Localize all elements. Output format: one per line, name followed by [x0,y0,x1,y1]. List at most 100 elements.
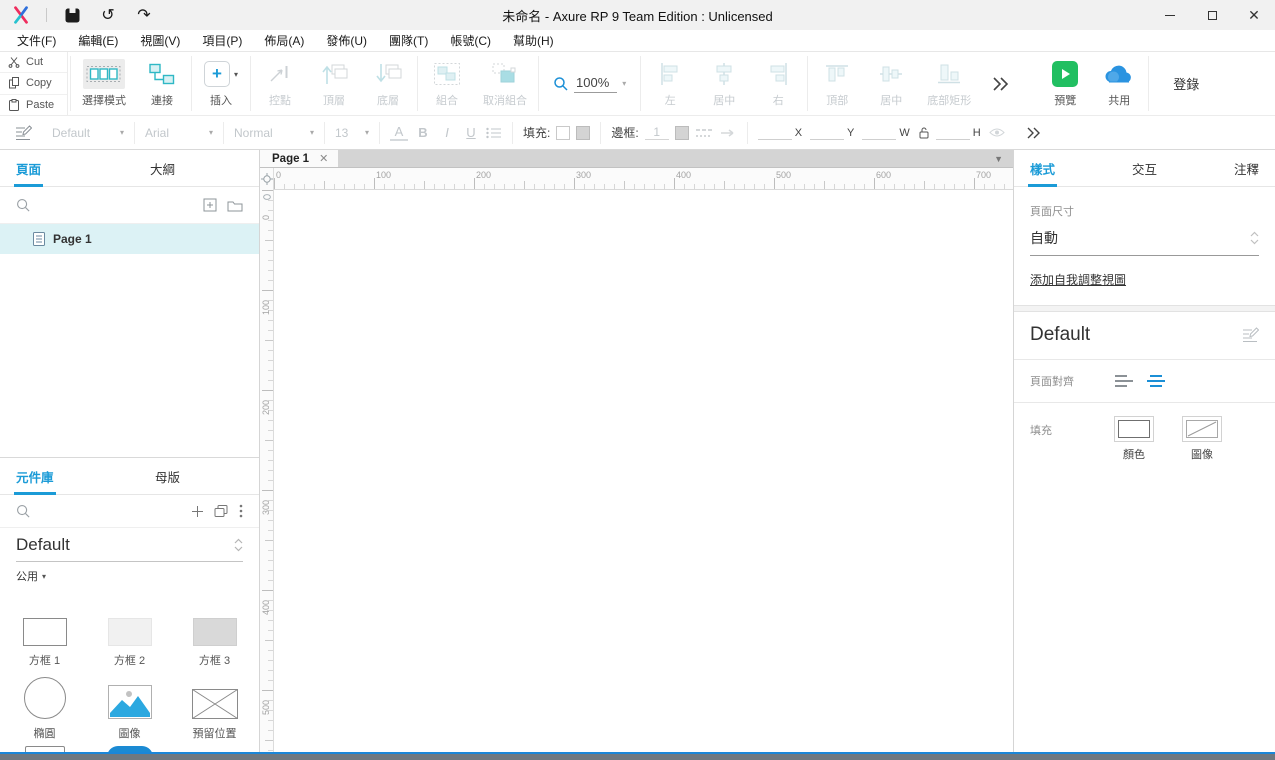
paste-button[interactable]: Paste [0,95,67,115]
widget-box2[interactable]: 方框 2 [87,598,172,671]
right-panel: 樣式 交互 注釋 頁面尺寸 自動 添加自我調整視圖 Default 頁面對齊 [1013,150,1275,752]
fill-shadow-swatch[interactable] [576,126,590,140]
library-dropdown[interactable]: Default [16,528,243,562]
page-align-left-icon[interactable] [1114,374,1134,388]
widget-placeholder[interactable]: 預留位置 [172,671,257,744]
widget-box3[interactable]: 方框 3 [172,598,257,671]
dropdown-caret-icon: ▾ [365,128,369,137]
visibility-eye-icon [989,127,1005,138]
vertical-ruler[interactable]: 0 100 200 300 400 500 [260,190,274,752]
fill-label: 填充: [523,124,550,141]
menu-account[interactable]: 帳號(C) [439,30,502,52]
tab-outline[interactable]: 大綱 [150,159,175,178]
tab-style[interactable]: 樣式 [1030,159,1055,178]
add-folder-icon[interactable] [227,199,243,212]
w-field[interactable] [862,126,896,140]
canvas-tab-page1[interactable]: Page 1 ✕ [260,150,338,167]
share-button[interactable]: 共用 [1092,52,1146,115]
fill-color-swatch[interactable] [556,126,570,140]
font-weight-dropdown[interactable]: Normal▾ [224,116,324,149]
page-tree-item-selected[interactable]: Page 1 [0,224,259,254]
lock-ratio-icon[interactable] [918,126,930,139]
undo-button[interactable]: ↺ [97,4,119,26]
widget-box1[interactable]: 方框 1 [2,598,87,671]
select-chevrons-icon [234,538,243,552]
font-family-dropdown[interactable]: Arial▾ [135,116,223,149]
widget-image[interactable]: 圖像 [87,671,172,744]
zoom-value[interactable]: 100% [574,75,617,93]
preview-button[interactable]: 預覽 [1038,52,1092,115]
menu-help[interactable]: 幫助(H) [502,30,565,52]
menu-edit[interactable]: 編輯(E) [67,30,129,52]
more-options-icon[interactable] [239,504,243,518]
button-shape-icon [25,746,65,752]
x-field[interactable] [758,126,792,140]
add-adaptive-view-link[interactable]: 添加自我調整視圖 [1030,271,1126,288]
border-width-field[interactable]: 1 [645,125,669,140]
point-mode-icon [267,62,293,86]
ungroup-icon [491,62,519,86]
placeholder-shape-icon [192,689,238,719]
ruler-origin-control[interactable] [260,168,274,190]
tab-interactions[interactable]: 交互 [1132,159,1157,178]
border-color-swatch[interactable] [675,126,689,140]
menu-view[interactable]: 視圖(V) [129,30,191,52]
window-title: 未命名 - Axure RP 9 Team Edition : Unlicens… [0,6,1275,25]
zoom-control[interactable]: 100% ▾ [541,52,638,115]
fill-label: 填充 [1030,422,1104,438]
sign-in-button[interactable]: 登錄 [1151,52,1221,115]
widget-primary-button-partial[interactable] [87,746,172,752]
stylebar-overflow-button[interactable] [1015,116,1052,149]
insert-caret-icon[interactable]: ▾ [234,70,238,79]
page-size-dropdown[interactable]: 自動 [1030,219,1259,256]
widget-ellipse[interactable]: 橢圓 [2,671,87,744]
maximize-button[interactable] [1191,0,1233,30]
y-field[interactable] [810,126,844,140]
zoom-icon [553,76,569,92]
insert-button[interactable]: +▾ 插入 [194,52,248,115]
select-mode-button[interactable]: 選擇模式 [73,52,135,115]
toolbar-overflow-button[interactable] [980,52,1020,115]
font-size-dropdown[interactable]: 13▾ [325,116,379,149]
primary-button-shape-icon [107,746,153,752]
menu-bar: 文件(F) 編輯(E) 視圖(V) 項目(P) 佈局(A) 發佈(U) 團隊(T… [0,30,1275,52]
page-align-label: 頁面對齊 [1030,373,1104,389]
style-toolbar: Default▾ Arial▾ Normal▾ 13▾ A B I U 填充: … [0,116,1275,150]
align-middle-button: 居中 [864,52,918,115]
close-button[interactable]: ✕ [1233,0,1275,30]
horizontal-ruler[interactable]: 0 100 200 300 400 500 600 700 [274,168,1013,190]
tab-list-caret-icon[interactable]: ▼ [994,150,1013,167]
tab-libraries[interactable]: 元件庫 [16,467,54,486]
copy-button[interactable]: Copy [0,73,67,94]
fill-color-option[interactable]: 顏色 [1114,416,1154,462]
cut-button[interactable]: Cut [0,52,67,73]
widget-button-partial[interactable] [2,746,87,752]
widget-style-dropdown[interactable]: Default▾ [42,116,134,149]
design-canvas[interactable] [274,190,1013,752]
save-button[interactable] [61,4,83,26]
add-library-icon[interactable] [191,505,204,518]
menu-publish[interactable]: 發佈(U) [315,30,378,52]
add-page-icon[interactable] [203,198,217,212]
menu-project[interactable]: 項目(P) [191,30,253,52]
tab-notes[interactable]: 注釋 [1234,159,1259,178]
align-bottom-icon [936,61,962,87]
image-shape-icon [108,685,152,719]
close-tab-icon[interactable]: ✕ [319,152,328,165]
align-right-icon [765,61,791,87]
minimize-button[interactable] [1149,0,1191,30]
h-field[interactable] [936,126,970,140]
tab-pages[interactable]: 頁面 [16,159,41,178]
menu-team[interactable]: 團隊(T) [378,30,439,52]
connect-button[interactable]: 連接 [135,52,189,115]
menu-arrange[interactable]: 佈局(A) [253,30,315,52]
edit-style-icon[interactable] [1241,327,1259,343]
library-section-common[interactable]: 公用 ▾ [0,562,259,590]
redo-button[interactable]: ↷ [133,4,155,26]
duplicate-icon[interactable] [214,505,229,518]
search-icon [16,198,31,213]
fill-image-option[interactable]: 圖像 [1182,416,1222,462]
tab-masters[interactable]: 母版 [155,467,180,486]
menu-file[interactable]: 文件(F) [6,30,67,52]
page-align-center-icon[interactable] [1146,374,1166,388]
